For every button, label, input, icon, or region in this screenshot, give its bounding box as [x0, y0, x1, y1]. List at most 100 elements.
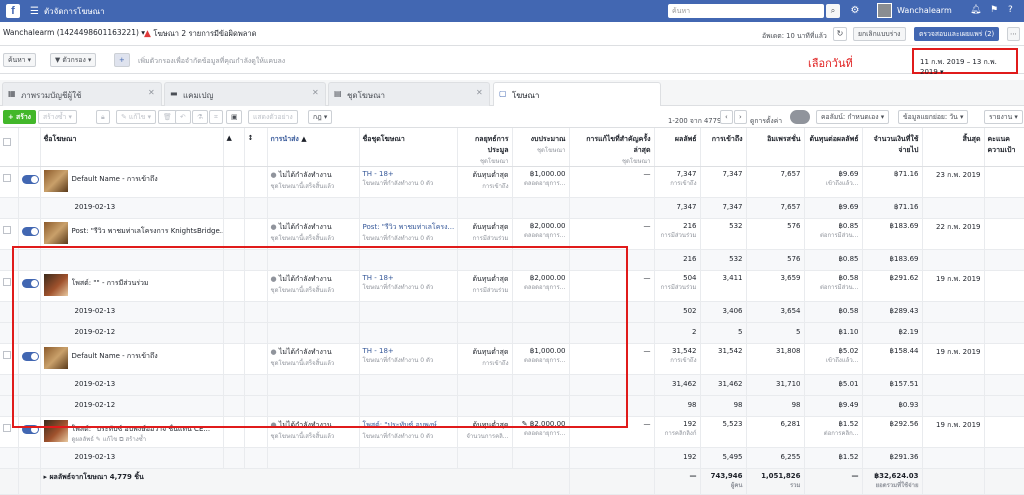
row-select[interactable]	[0, 343, 19, 375]
ad-name-cell[interactable]: โพสต์: "" - การมีส่วนร่วม	[40, 270, 224, 302]
close-icon[interactable]: ✕	[312, 88, 319, 97]
search-icon[interactable]: ⌕	[826, 4, 840, 18]
filter-dropdown-button[interactable]: ▼ ตัวกรอง ▾	[50, 53, 97, 67]
row-checkbox[interactable]	[3, 278, 11, 286]
adset-cell[interactable]: TH - 18+ โฆษณาที่กำลังทำงาน 0 ตัว	[359, 270, 458, 302]
trash-icon[interactable]: 🗑︎	[158, 110, 177, 124]
hamburger-menu-icon[interactable]: ☰	[30, 6, 39, 17]
ad-row[interactable]: Default Name - การเข้าถึง ● ไม่ได้กำลังท…	[0, 166, 1024, 198]
breakdown-dropdown[interactable]: ข้อมูลแยกย่อย: วัน ▾	[898, 110, 969, 124]
row-toggle-cell[interactable]	[18, 166, 41, 198]
preview-button[interactable]: แสดงตัวอย่าง	[248, 110, 298, 124]
ad-name-cell[interactable]: Default Name - การเข้าถึง	[40, 166, 224, 198]
column-last-significant-edit[interactable]: การแก้ไขที่สำคัญครั้งล่าสุด ชุดโฆษณา	[569, 128, 655, 167]
tag-icon[interactable]: ⌗	[209, 110, 223, 124]
row-select[interactable]	[0, 416, 19, 448]
column-delivery[interactable]: การนำส่ง ▲	[267, 128, 360, 167]
column-budget[interactable]: งบประมาณ ชุดโฆษณา	[512, 128, 570, 167]
column-adset-name[interactable]: ชื่อชุดโฆษณา	[359, 128, 458, 167]
adset-name[interactable]: โพสต์: "ประทับซ์ อบพงษ์...	[363, 421, 444, 429]
account-selector[interactable]: Wanchalearm (1424498601163221) ▾	[3, 28, 145, 37]
close-icon[interactable]: ✕	[148, 88, 155, 97]
close-icon[interactable]: ✕	[476, 88, 483, 97]
flag-icon[interactable]: ⚑	[990, 5, 998, 15]
column-amount-spent[interactable]: จำนวนเงินที่ใช้จ่ายไป	[862, 128, 923, 167]
ad-name[interactable]: Default Name - การเข้าถึง	[72, 170, 158, 185]
ad-name[interactable]: Post: "รีวิว พาชมท่าเลโครงการ KnightsBri…	[72, 222, 223, 237]
row-toggle-cell[interactable]	[18, 416, 41, 448]
ad-status-toggle[interactable]	[21, 352, 39, 361]
refresh-icon[interactable]: ↻	[833, 27, 847, 41]
notifications-bell-icon[interactable]: 🔔︎	[970, 5, 981, 15]
tab-campaigns[interactable]: ▬ แคมเปญ	[164, 82, 326, 106]
search-dropdown-button[interactable]: ค้นหา ▾	[3, 53, 37, 67]
create-button[interactable]: + สร้าง	[3, 110, 36, 124]
review-publish-button[interactable]: ตรวจสอบและเผยแพร่ (2)	[914, 27, 1000, 41]
facebook-logo-icon[interactable]: f	[6, 4, 20, 18]
ab-test-icon[interactable]: ⚗	[192, 110, 209, 124]
duplicate-button[interactable]: สร้างซ้ำ ▾	[38, 110, 77, 124]
row-select[interactable]	[0, 166, 19, 198]
tab-adsets[interactable]: ▤ ชุดโฆษณา	[328, 82, 490, 106]
budget-cell[interactable]: ฿2,000.00 ตลอดอายุการ...	[512, 218, 570, 250]
row-toggle-cell[interactable]	[18, 270, 41, 302]
column-impressions[interactable]: อิมเพรสชั่น	[746, 128, 805, 167]
help-icon[interactable]: ?	[1008, 5, 1013, 15]
ad-row[interactable]: โพสต์: "ประทับซ์ อบพงษ์ออวาจ ชื่นแทน CE.…	[0, 416, 1024, 448]
row-checkbox[interactable]	[3, 351, 11, 359]
row-checkbox[interactable]	[3, 226, 11, 234]
adset-name[interactable]: Post: "รีวิว พาชมท่าเลโครง...	[363, 223, 455, 231]
column-bid-strategy[interactable]: กลยุทธ์การประมูล ชุดโฆษณา	[457, 128, 513, 167]
undo-icon[interactable]: ↶	[175, 110, 191, 124]
column-reach[interactable]: การเข้าถึง	[700, 128, 747, 167]
reports-dropdown[interactable]: รายงาน ▾	[984, 110, 1023, 124]
avatar[interactable]	[877, 3, 892, 18]
budget-value[interactable]: ฿2,000.00	[530, 222, 566, 230]
columns-dropdown[interactable]: คอลัมน์: กำหนดเอง ▾	[816, 110, 890, 124]
column-relevance-score[interactable]: คะแนคความเป้า	[984, 128, 1024, 167]
row-checkbox[interactable]	[3, 424, 11, 432]
discard-drafts-button[interactable]: ยกเลิกแบบร่าง	[853, 27, 906, 41]
ad-status-toggle[interactable]	[21, 279, 39, 288]
budget-cell[interactable]: ✎ ฿2,000.00 ตลอดอายุการ...	[512, 416, 570, 448]
adset-name[interactable]: TH - 18+	[363, 274, 394, 282]
ad-name-cell[interactable]: โพสต์: "ประทับซ์ อบพงษ์ออวาจ ชื่นแทน CE.…	[40, 416, 224, 448]
column-results[interactable]: ผลลัพธ์	[654, 128, 701, 167]
tab-account-overview[interactable]: ▦ ภาพรวมบัญชีผู้ใช้	[2, 82, 162, 106]
budget-cell[interactable]: ฿2,000.00 ตลอดอายุการ...	[512, 270, 570, 302]
error-warning[interactable]: ▲ โฆษณา 2 รายการมีข้อผิดพลาด	[144, 28, 256, 40]
ad-name-cell[interactable]: Post: "รีวิว พาชมท่าเลโครงการ KnightsBri…	[40, 218, 224, 250]
adset-cell[interactable]: TH - 18+ โฆษณาที่กำลังทำงาน 0 ตัว	[359, 343, 458, 375]
gear-icon[interactable]: ⚙	[848, 4, 862, 18]
ad-row[interactable]: Post: "รีวิว พาชมท่าเลโครงการ KnightsBri…	[0, 218, 1024, 250]
ad-name[interactable]: โพสต์: "ประทับซ์ อบพงษ์ออวาจ ชื่นแทน CE.…	[72, 420, 211, 435]
column-cost-per-result[interactable]: ต้นทุนต่อผลลัพธ์	[804, 128, 863, 167]
row-select[interactable]	[0, 270, 19, 302]
budget-value[interactable]: ✎ ฿2,000.00	[522, 420, 566, 428]
adset-cell[interactable]: Post: "รีวิว พาชมท่าเลโครง... โฆษณาที่กำล…	[359, 218, 458, 250]
edit-button[interactable]: ✎ แก้ไข ▾	[116, 110, 156, 124]
user-name[interactable]: Wanchalearm	[897, 6, 952, 15]
view-settings-toggle[interactable]	[790, 110, 810, 124]
column-ends[interactable]: สิ้นสุด	[922, 128, 985, 167]
budget-value[interactable]: ฿1,000.00	[530, 347, 566, 355]
search-input[interactable]: ค้นหา	[668, 4, 824, 18]
add-filter-button[interactable]: +	[114, 53, 130, 67]
more-options-icon[interactable]: ⋯	[1007, 27, 1020, 41]
ad-row[interactable]: Default Name - การเข้าถึง ● ไม่ได้กำลังท…	[0, 343, 1024, 375]
adset-cell[interactable]: โพสต์: "ประทับซ์ อบพงษ์... โฆษณาที่กำลังท…	[359, 416, 458, 448]
ad-status-toggle[interactable]	[21, 425, 39, 434]
date-range-picker[interactable]: 11 ก.พ. 2019 – 13 ก.พ. 2019 ▾	[912, 48, 1018, 76]
ad-name[interactable]: โพสต์: "" - การมีส่วนร่วม	[72, 274, 149, 289]
column-ad-name[interactable]: ชื่อโฆษณา	[40, 128, 224, 167]
ad-row[interactable]: โพสต์: "" - การมีส่วนร่วม ● ไม่ได้กำลังท…	[0, 270, 1024, 302]
row-toggle-cell[interactable]	[18, 218, 41, 250]
lock-icon[interactable]: 🔒︎	[96, 110, 110, 124]
select-all-header[interactable]	[0, 128, 19, 167]
select-all-checkbox[interactable]	[3, 138, 11, 146]
adset-name[interactable]: TH - 18+	[363, 170, 394, 178]
adset-name[interactable]: TH - 18+	[363, 347, 394, 355]
sort-column-icon[interactable]: ↕	[244, 128, 268, 167]
prev-page-button[interactable]: ‹	[720, 110, 733, 124]
ad-name-cell[interactable]: Default Name - การเข้าถึง	[40, 343, 224, 375]
